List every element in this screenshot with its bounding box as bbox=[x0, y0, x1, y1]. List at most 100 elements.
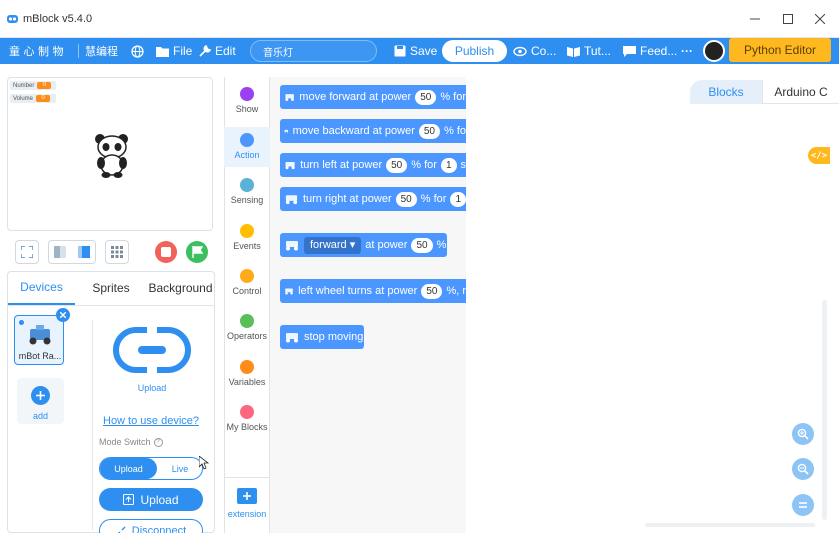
minimize-icon[interactable] bbox=[743, 8, 767, 30]
block-input[interactable]: 50 bbox=[411, 237, 433, 253]
disconnect-button-clip: Disconnect bbox=[99, 519, 203, 533]
mode-switch-text: Mode Switch bbox=[99, 437, 151, 447]
block-stop-moving[interactable]: stop moving bbox=[280, 325, 364, 349]
tab-sprites[interactable]: Sprites bbox=[75, 271, 147, 305]
help-icon[interactable]: ? bbox=[153, 437, 163, 447]
grid-view-icon[interactable] bbox=[105, 240, 129, 264]
category-sensing[interactable]: Sensing bbox=[224, 178, 270, 205]
tab-devices[interactable]: Devices bbox=[8, 271, 75, 305]
panda-sprite[interactable] bbox=[92, 132, 132, 178]
brand-label: 慧编程 bbox=[85, 38, 118, 64]
block-move-backward[interactable]: move backward at power 50 % fo bbox=[280, 119, 466, 143]
code-toggle-icon[interactable]: </> bbox=[808, 147, 830, 164]
more-menu-icon[interactable]: ··· bbox=[681, 38, 693, 64]
block-input[interactable]: 50 bbox=[418, 123, 440, 139]
category-label: Sensing bbox=[230, 195, 264, 205]
category-operators[interactable]: Operators bbox=[224, 314, 270, 341]
folder-icon bbox=[156, 46, 169, 57]
block-input[interactable]: 50 bbox=[415, 89, 437, 105]
block-input[interactable]: 50 bbox=[386, 157, 408, 173]
chat-icon bbox=[623, 45, 636, 57]
block-input[interactable]: 50 bbox=[421, 283, 443, 299]
unlink-icon bbox=[117, 526, 126, 533]
category-dot-icon bbox=[240, 224, 254, 238]
script-workspace[interactable] bbox=[466, 77, 833, 533]
small-stage-icon[interactable] bbox=[54, 246, 66, 258]
zoom-reset-icon[interactable] bbox=[792, 494, 814, 516]
block-turn-right[interactable]: turn right at power 50 % for 1 bbox=[280, 187, 466, 211]
vertical-scrollbar[interactable] bbox=[822, 300, 827, 520]
file-menu[interactable]: File bbox=[156, 38, 192, 64]
tutorials-button[interactable]: Tut... bbox=[567, 38, 611, 64]
block-left-wheel-turns[interactable]: left wheel turns at power 50 %, r bbox=[280, 279, 466, 303]
mode-switch-toggle[interactable]: Upload Live bbox=[99, 457, 203, 480]
category-my-blocks[interactable]: My Blocks bbox=[224, 405, 270, 432]
block-input-seconds[interactable]: 1 bbox=[450, 191, 466, 207]
category-variables[interactable]: Variables bbox=[224, 360, 270, 387]
add-device-button[interactable]: add bbox=[17, 378, 64, 424]
remove-device-icon[interactable] bbox=[56, 308, 70, 322]
zoom-out-icon[interactable] bbox=[792, 458, 814, 480]
category-control[interactable]: Control bbox=[224, 269, 270, 296]
title-bar: mBlock v5.4.0 bbox=[0, 0, 839, 38]
horizontal-scrollbar[interactable] bbox=[645, 523, 815, 527]
category-action[interactable]: Action bbox=[224, 127, 270, 167]
courses-label: Co... bbox=[531, 44, 557, 58]
maximize-icon[interactable] bbox=[776, 8, 800, 30]
extension-button[interactable]: extension bbox=[224, 488, 270, 519]
stage[interactable]: Number 0 Volume 0 bbox=[7, 77, 213, 231]
category-label: Control bbox=[232, 286, 262, 296]
category-label: Show bbox=[235, 104, 259, 114]
upload-button[interactable]: Upload bbox=[99, 488, 203, 511]
stage-size-toggle[interactable] bbox=[48, 240, 96, 264]
block-move-forward[interactable]: move forward at power 50 % for bbox=[280, 85, 466, 109]
python-editor-button[interactable]: Python Editor bbox=[729, 38, 831, 62]
project-name-input[interactable]: 音乐灯 bbox=[250, 40, 377, 62]
direction-dropdown[interactable]: forward ▾ bbox=[304, 236, 362, 254]
tab-blocks[interactable]: Blocks bbox=[690, 80, 762, 104]
more-label: ··· bbox=[681, 44, 693, 58]
close-icon[interactable] bbox=[808, 8, 832, 30]
feedback-button[interactable]: Feed... bbox=[623, 38, 677, 64]
zoom-in-icon[interactable] bbox=[792, 423, 814, 445]
large-stage-icon[interactable] bbox=[78, 246, 90, 258]
tab-background[interactable]: Background bbox=[147, 271, 214, 305]
panel-divider bbox=[92, 320, 93, 530]
mode-switch-label: Mode Switch ? bbox=[99, 437, 163, 447]
block-direction-at-power[interactable]: forward ▾ at power 50 % bbox=[280, 233, 447, 257]
block-text: turn left at power bbox=[300, 159, 383, 171]
add-label: add bbox=[32, 411, 49, 421]
publish-button[interactable]: Publish bbox=[442, 40, 507, 62]
how-to-use-device-link[interactable]: How to use device? bbox=[103, 415, 199, 427]
save-button[interactable]: Save bbox=[394, 38, 437, 64]
language-globe-icon[interactable] bbox=[131, 38, 144, 64]
block-text: move forward at power bbox=[299, 91, 412, 103]
green-flag-button[interactable] bbox=[186, 241, 208, 263]
courses-button[interactable]: Co... bbox=[513, 38, 556, 64]
device-card-mbot[interactable]: mBot Ra... bbox=[14, 315, 64, 365]
book-icon bbox=[567, 46, 580, 57]
disconnect-label: Disconnect bbox=[131, 524, 187, 534]
mode-upload-option[interactable]: Upload bbox=[100, 458, 157, 479]
block-input-seconds[interactable]: 1 bbox=[440, 157, 457, 173]
makeblock-logo[interactable]: 童 心 制 物 bbox=[9, 38, 64, 64]
fullscreen-icon[interactable] bbox=[15, 240, 39, 264]
mbot-robot-icon bbox=[29, 325, 51, 345]
variable-monitor-volume: Volume 0 bbox=[10, 94, 56, 103]
block-text: % for bbox=[420, 193, 447, 205]
mode-live-option[interactable]: Live bbox=[157, 458, 203, 479]
category-events[interactable]: Events bbox=[224, 224, 270, 251]
brand-text: 慧编程 bbox=[85, 45, 118, 58]
extension-label: extension bbox=[227, 509, 267, 519]
block-input[interactable]: 50 bbox=[395, 191, 417, 207]
block-turn-left[interactable]: turn left at power 50 % for 1 s bbox=[280, 153, 466, 177]
disconnect-button[interactable]: Disconnect bbox=[99, 519, 203, 533]
feedback-label: Feed... bbox=[640, 44, 678, 58]
stop-button[interactable] bbox=[155, 241, 177, 263]
category-show[interactable]: Show bbox=[224, 87, 270, 114]
edit-menu[interactable]: Edit bbox=[199, 38, 236, 64]
monitor-label: Number bbox=[13, 82, 35, 89]
tab-arduino-c[interactable]: Arduino C bbox=[762, 80, 839, 104]
mbot-block-icon bbox=[286, 241, 298, 251]
user-avatar[interactable] bbox=[703, 40, 725, 62]
